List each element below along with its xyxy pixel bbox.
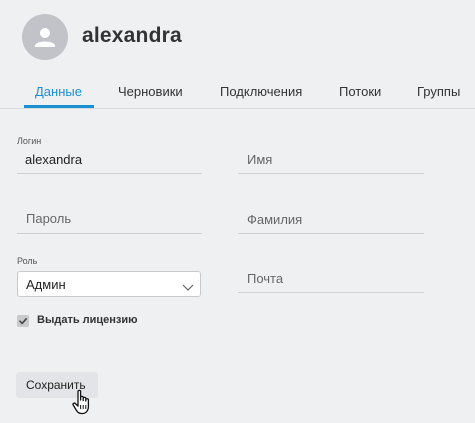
login-label: Логин <box>17 136 42 146</box>
chevron-down-icon <box>182 279 194 297</box>
email-placeholder: Почта <box>247 271 284 286</box>
user-icon <box>35 28 55 47</box>
role-value: Админ <box>26 277 66 292</box>
role-select[interactable]: Админ <box>17 271 201 297</box>
checkmark-icon <box>19 318 27 325</box>
first-name-placeholder: Имя <box>247 152 273 167</box>
license-checkbox[interactable] <box>17 315 29 327</box>
tab-groups[interactable]: Группы <box>417 84 460 99</box>
first-name-field[interactable]: Имя <box>238 147 424 174</box>
tab-connections[interactable]: Подключения <box>220 84 302 99</box>
hand-pointer-icon <box>70 388 96 421</box>
tab-bar: Данные Черновики Подключения Потоки Груп… <box>0 80 475 109</box>
login-value: alexandra <box>25 152 83 167</box>
last-name-field[interactable]: Фамилия <box>238 207 424 234</box>
page-title: alexandra <box>82 24 182 47</box>
active-tab-indicator <box>24 105 94 108</box>
tab-data[interactable]: Данные <box>35 84 82 99</box>
tab-drafts[interactable]: Черновики <box>118 84 183 99</box>
password-placeholder: Пароль <box>26 211 72 226</box>
last-name-placeholder: Фамилия <box>247 212 303 227</box>
license-label: Выдать лицензию <box>37 314 138 326</box>
avatar <box>22 14 68 60</box>
role-label: Роль <box>17 256 38 266</box>
tab-streams[interactable]: Потоки <box>339 84 381 99</box>
login-field[interactable]: alexandra <box>17 148 202 174</box>
email-field[interactable]: Почта <box>238 266 424 293</box>
password-field[interactable]: Пароль <box>17 206 202 234</box>
